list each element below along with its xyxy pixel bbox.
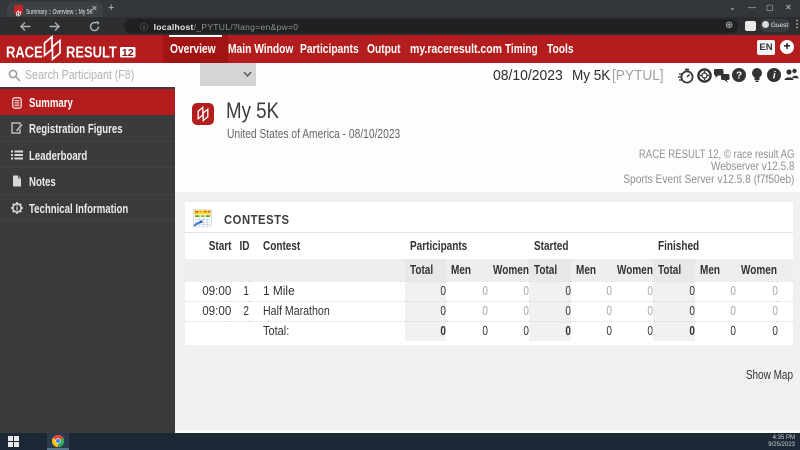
svg-text:?: ? bbox=[736, 71, 742, 82]
svg-text:12: 12 bbox=[122, 48, 134, 59]
svg-text:RACE: RACE bbox=[6, 44, 43, 62]
svg-text:RESULT: RESULT bbox=[66, 44, 117, 62]
svg-text:i: i bbox=[773, 71, 776, 82]
